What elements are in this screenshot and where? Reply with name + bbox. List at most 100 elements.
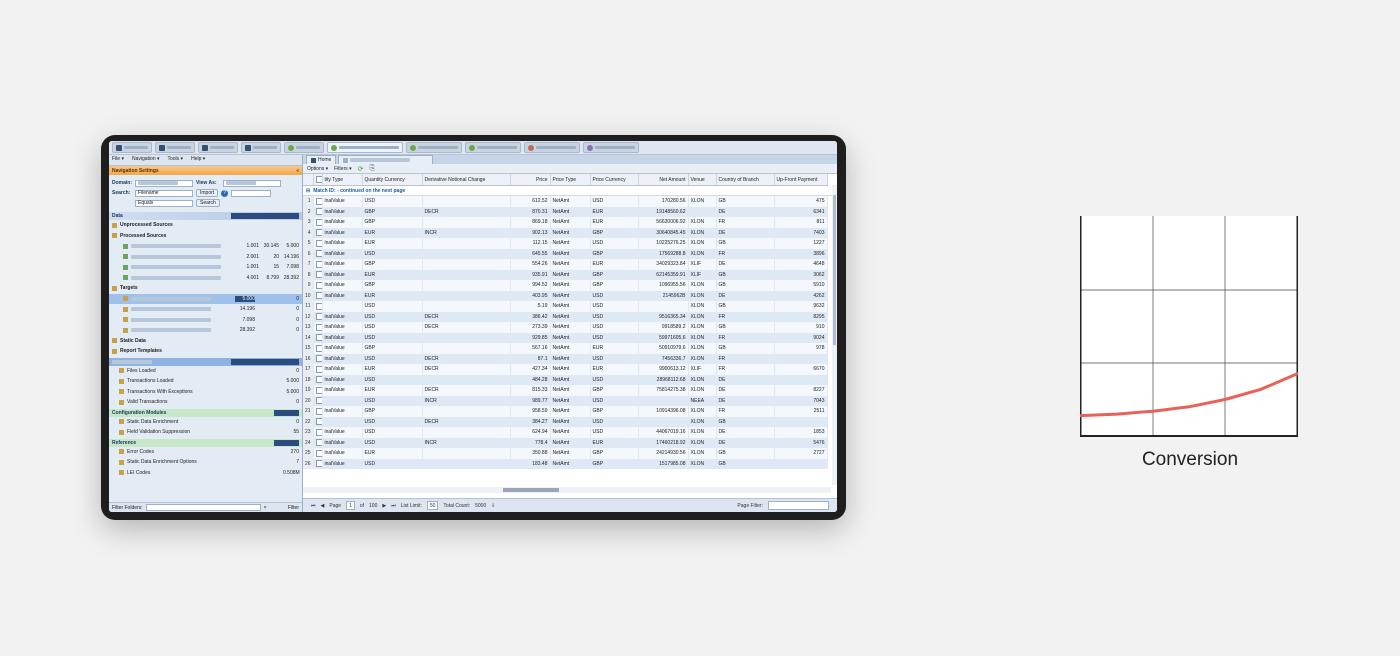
row-checkbox[interactable]: [315, 323, 321, 331]
menu-file[interactable]: File ▾: [112, 156, 124, 164]
collapse-icon[interactable]: ⊟: [306, 188, 310, 194]
tab-home[interactable]: Home: [306, 155, 337, 164]
search-value-input[interactable]: [231, 189, 272, 197]
browser-tab[interactable]: [406, 142, 462, 153]
row-checkbox[interactable]: [315, 292, 321, 300]
table-row[interactable]: 1 inalValue USD 612.52 NetAmt USD 170280.56 XLO…: [303, 196, 828, 207]
tree-item-report-templates[interactable]: Report Templates: [109, 346, 302, 357]
row-checkbox[interactable]: [315, 355, 321, 363]
row-checkbox[interactable]: [315, 250, 321, 258]
search-operator-select[interactable]: Equals: [135, 199, 193, 207]
row-checkbox[interactable]: [315, 239, 321, 247]
row-checkbox[interactable]: [315, 229, 321, 237]
config-item[interactable]: Static Data Enrichment 0: [109, 417, 302, 428]
last-page-icon[interactable]: ⏭: [391, 503, 396, 509]
config-modules-header[interactable]: Configuration Modules: [109, 408, 302, 417]
reference-item[interactable]: LEI Codes 0.508M: [109, 468, 302, 479]
column-header[interactable]: Up-Front Payment: [774, 174, 828, 186]
column-header[interactable]: Price Type: [550, 174, 591, 186]
column-header[interactable]: Venue: [688, 174, 717, 186]
browser-tab[interactable]: [284, 142, 324, 153]
summary-item[interactable]: Transactions With Exceptions 5.000: [109, 387, 302, 398]
table-row[interactable]: 18 inalValue USD 484.28 NetAmt USD 28968112.68…: [303, 374, 828, 385]
view-as-select[interactable]: [223, 179, 281, 187]
horizontal-scrollbar[interactable]: [303, 487, 831, 493]
table-row[interactable]: 25 inalValue EUR 350.88 NetAmt GBP 24214930.56…: [303, 448, 828, 459]
table-row[interactable]: 19 inalValue EUR DECR 815.33 NetAmt GBP 7581427…: [303, 385, 828, 396]
row-checkbox[interactable]: [315, 208, 321, 216]
browser-tab[interactable]: [241, 142, 281, 153]
summary-item[interactable]: Valid Transactions 0: [109, 397, 302, 408]
row-checkbox[interactable]: [315, 460, 321, 468]
data-section-header[interactable]: Data: [109, 212, 302, 220]
row-checkbox[interactable]: [315, 334, 321, 342]
target-item[interactable]: 14.196 0: [109, 304, 302, 315]
target-item[interactable]: 7.098 0: [109, 315, 302, 326]
tree-item-unprocessed[interactable]: Unprocessed Sources: [109, 220, 302, 231]
browser-tab[interactable]: [112, 142, 152, 153]
menu-navigation[interactable]: Navigation ▾: [132, 156, 160, 164]
search-field-select[interactable]: Filename: [135, 189, 193, 197]
tree-item-static-data[interactable]: Static Data: [109, 336, 302, 347]
table-row[interactable]: 16 inalValue USD DECR 87.1 NetAmt USD 7456336.7…: [303, 353, 828, 364]
list-limit-input[interactable]: 50: [426, 501, 439, 510]
reference-item[interactable]: Static Data Enrichment Options 7: [109, 457, 302, 468]
clear-icon[interactable]: ×: [264, 505, 267, 511]
processed-source-item[interactable]: 4.001 8.799 28.392: [109, 273, 302, 284]
row-checkbox[interactable]: [315, 428, 321, 436]
export-icon[interactable]: ⎘: [370, 165, 376, 173]
row-checkbox[interactable]: [315, 365, 321, 373]
browser-tab[interactable]: [465, 142, 521, 153]
row-checkbox[interactable]: [315, 218, 321, 226]
column-header[interactable]: Quantity Currency: [362, 174, 423, 186]
row-checkbox[interactable]: [315, 313, 321, 321]
page-filter-input[interactable]: [768, 501, 829, 510]
table-row[interactable]: 3 inalValue GBP 869.18 NetAmt EUR 56630006.92 X…: [303, 217, 828, 228]
row-checkbox[interactable]: [315, 439, 321, 447]
reference-header[interactable]: Reference: [109, 438, 302, 447]
row-checkbox[interactable]: [315, 260, 321, 268]
filters-menu[interactable]: Filters ▾: [334, 166, 352, 172]
scroll-thumb[interactable]: [833, 195, 836, 345]
navigation-settings-header[interactable]: Navigation Settings «: [109, 166, 302, 175]
target-item[interactable]: 5.000 0: [109, 293, 302, 304]
column-header[interactable]: Net Amount: [638, 174, 689, 186]
row-checkbox[interactable]: [315, 376, 321, 384]
table-row[interactable]: 22 USD DECR 384.27 NetAmt USD XLON GB: [303, 416, 828, 427]
table-row[interactable]: 8 inalValue EUR 935.91 NetAmt GBP 62145359.91 X…: [303, 269, 828, 280]
table-row[interactable]: 15 inalValue GBP 567.16 NetAmt EUR 50910979.6 X…: [303, 343, 828, 354]
table-row[interactable]: 23 inalValue USD 624.94 NetAmt USD 44067019.16…: [303, 427, 828, 438]
table-row[interactable]: 5 inalValue EUR 112.15 NetAmt USD 10225276.25 X…: [303, 238, 828, 249]
filter-button[interactable]: Filter: [288, 505, 299, 511]
table-row[interactable]: 10 inalValue EUR 403.95 NetAmt USD 2145962B XLO…: [303, 290, 828, 301]
summary-item[interactable]: Files Loaded 0: [109, 366, 302, 377]
group-row[interactable]: ⊟ Match ID: - continued on the next page: [303, 186, 837, 196]
table-row[interactable]: 2 inalValue GBP DECR 870.31 NetAmt EUR 19148560…: [303, 206, 828, 217]
row-checkbox[interactable]: [315, 281, 321, 289]
browser-tab[interactable]: [583, 142, 639, 153]
table-row[interactable]: 7 inalValue GBP 554.26 NetAmt EUR 34029323.84 X…: [303, 259, 828, 270]
select-all-checkbox[interactable]: [315, 176, 321, 183]
tree-item-targets[interactable]: Targets: [109, 283, 302, 294]
tab-report[interactable]: [338, 155, 434, 164]
row-checkbox[interactable]: [315, 302, 321, 310]
table-row[interactable]: 14 inalValue USD 929.85 NetAmt USD 59971605.6 X…: [303, 332, 828, 343]
row-checkbox[interactable]: [315, 271, 321, 279]
browser-tab[interactable]: [524, 142, 580, 153]
column-header[interactable]: Price: [510, 174, 551, 186]
column-header[interactable]: Price Currency: [590, 174, 639, 186]
reference-item[interactable]: Error Codes 270: [109, 447, 302, 458]
processed-source-item[interactable]: 1.001 30.145 5.000: [109, 241, 302, 252]
search-button[interactable]: Search: [196, 199, 220, 207]
table-row[interactable]: 17 inalValue EUR DECR 427.34 NetAmt EUR 9900613…: [303, 364, 828, 375]
browser-tab[interactable]: [198, 142, 238, 153]
browser-tab[interactable]: [327, 142, 403, 153]
table-row[interactable]: 11 USD 5.19 NetAmt USD XLON GB 9632: [303, 301, 828, 312]
table-row[interactable]: 4 inalValue EUR INCR 902.13 NetAmt GBP 30640845…: [303, 227, 828, 238]
export-icon[interactable]: ⇩: [491, 503, 495, 509]
table-row[interactable]: 20 USD INCR 989.77 NetAmt USD NEEA DE 7043: [303, 395, 828, 406]
table-row[interactable]: 21 inalValue GBP 958.59 NetAmt GBP 10914396.08…: [303, 406, 828, 417]
row-checkbox[interactable]: [315, 197, 321, 205]
import-button[interactable]: Import: [196, 189, 219, 197]
column-header[interactable]: tity Type: [322, 174, 363, 186]
